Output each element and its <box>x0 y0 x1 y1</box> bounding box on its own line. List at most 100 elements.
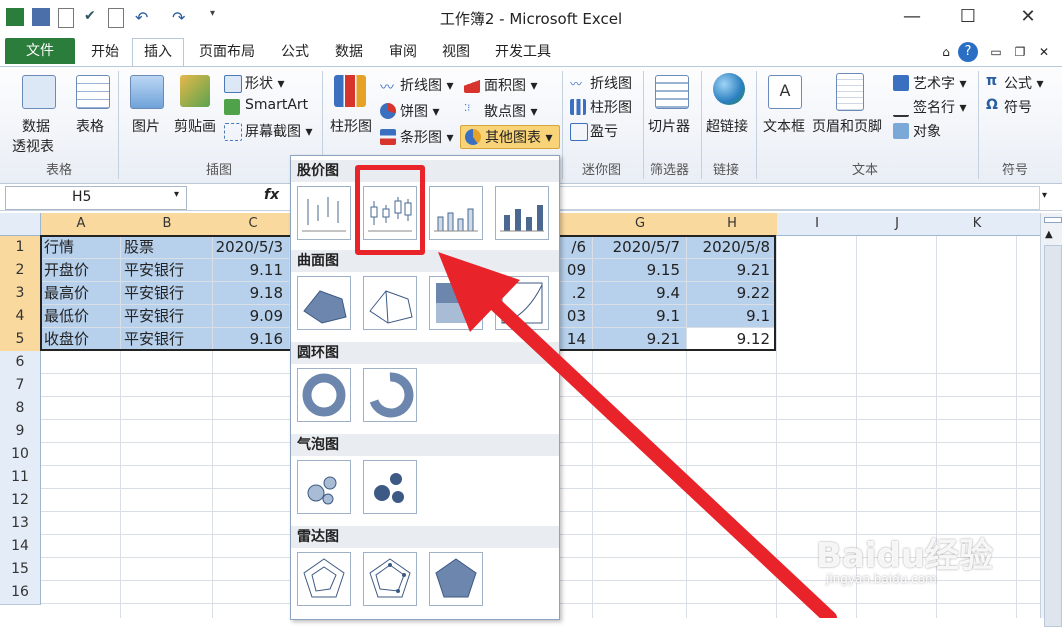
cell-b1[interactable]: 股票 <box>121 236 213 259</box>
expand-formula-icon[interactable]: ▾ <box>1042 190 1047 201</box>
equation-button[interactable]: 公式 ▾ <box>1004 73 1043 93</box>
column-header-k[interactable]: K <box>937 213 1018 236</box>
close-button[interactable]: ✕ <box>1008 6 1048 28</box>
pivot-table-button[interactable]: 数据 <box>22 116 50 136</box>
tab-developer[interactable]: 开发工具 <box>490 40 556 64</box>
fx-icon[interactable]: fx <box>264 187 279 203</box>
minimize-button[interactable]: — <box>892 6 932 28</box>
cell-b4[interactable]: 平安银行 <box>121 305 213 328</box>
stock-vohlc-chart-option[interactable] <box>495 186 549 240</box>
row-header[interactable]: 13 <box>0 512 41 536</box>
sparkline-winloss-button[interactable]: 盈亏 <box>590 121 618 141</box>
tab-formulas[interactable]: 公式 <box>278 40 312 64</box>
ribbon-collapse-icon[interactable]: ⌂ <box>938 40 954 64</box>
tab-insert[interactable]: 插入 <box>132 38 184 67</box>
radar-markers-chart-option[interactable] <box>363 552 417 606</box>
clipart-button[interactable]: 剪贴画 <box>174 116 216 136</box>
select-all-corner[interactable] <box>0 213 41 236</box>
object-button[interactable]: 对象 <box>913 121 941 141</box>
column-header-f[interactable] <box>558 213 595 236</box>
column-header-l[interactable] <box>1017 213 1041 236</box>
column-header-i[interactable]: I <box>777 213 858 236</box>
cell-a2[interactable]: 开盘价 <box>41 259 121 282</box>
row-header[interactable]: 1 <box>0 236 41 260</box>
doc-minimize-icon[interactable]: ▭ <box>988 40 1004 64</box>
row-header[interactable]: 11 <box>0 466 41 490</box>
other-charts-button[interactable]: 其他图表 ▾ <box>460 125 560 149</box>
help-icon[interactable]: ? <box>958 42 978 62</box>
row-header[interactable]: 3 <box>0 282 41 306</box>
split-box[interactable] <box>1044 217 1062 223</box>
column-header-c[interactable]: C <box>213 213 294 236</box>
column-header-j[interactable]: J <box>857 213 938 236</box>
table-button[interactable]: 表格 <box>76 116 104 136</box>
cell-a1[interactable]: 行情 <box>41 236 121 259</box>
scatter-chart-button[interactable]: 散点图 ▾ <box>484 101 537 121</box>
symbol-button[interactable]: 符号 <box>1004 97 1032 117</box>
column-chart-button[interactable]: 柱形图 <box>330 116 372 136</box>
row-header[interactable]: 5 <box>0 328 41 352</box>
row-header[interactable]: 6 <box>0 351 41 375</box>
screenshot-button[interactable]: 屏幕截图 ▾ <box>245 121 312 141</box>
exploded-doughnut-chart-option[interactable] <box>363 368 417 422</box>
doughnut-chart-option[interactable] <box>297 368 351 422</box>
wordart-button[interactable]: 艺术字 ▾ <box>913 73 966 93</box>
row-header[interactable]: 7 <box>0 374 41 398</box>
stock-hlc-chart-option[interactable] <box>297 186 351 240</box>
area-chart-button[interactable]: 面积图 ▾ <box>484 75 537 95</box>
row-header[interactable]: 15 <box>0 558 41 582</box>
picture-button[interactable]: 图片 <box>132 116 160 136</box>
row-header[interactable]: 8 <box>0 397 41 421</box>
signature-button[interactable]: 签名行 ▾ <box>913 97 966 117</box>
row-header[interactable]: 2 <box>0 259 41 283</box>
sparkline-column-button[interactable]: 柱形图 <box>590 97 632 117</box>
row-header[interactable]: 12 <box>0 489 41 513</box>
line-chart-button[interactable]: 折线图 ▾ <box>400 75 453 95</box>
stock-vhlc-chart-option[interactable] <box>429 186 483 240</box>
row-header[interactable]: 9 <box>0 420 41 444</box>
cell-c5[interactable]: 9.16 <box>213 328 290 351</box>
column-header-h[interactable]: H <box>687 213 778 236</box>
row-header[interactable]: 16 <box>0 581 41 605</box>
tab-home[interactable]: 开始 <box>88 40 122 64</box>
vertical-scrollbar[interactable]: ▲ <box>1040 213 1062 627</box>
tab-file[interactable]: 文件 <box>5 38 75 64</box>
scroll-thumb[interactable] <box>1044 245 1062 627</box>
cell-c2[interactable]: 9.11 <box>213 259 290 282</box>
scroll-up-icon[interactable]: ▲ <box>1045 229 1053 240</box>
bubble-chart-option[interactable] <box>297 460 351 514</box>
header-footer-button[interactable]: 页眉和页脚 <box>812 116 882 136</box>
shapes-button[interactable]: 形状 ▾ <box>245 73 284 93</box>
cell-a4[interactable]: 最低价 <box>41 305 121 328</box>
radar-chart-option[interactable] <box>297 552 351 606</box>
doc-restore-icon[interactable]: ❐ <box>1012 40 1028 64</box>
smartart-button[interactable]: SmartArt <box>245 97 308 113</box>
maximize-button[interactable]: ☐ <box>948 6 988 28</box>
textbox-button[interactable]: 文本框 <box>763 116 805 136</box>
column-header-b[interactable]: B <box>121 213 214 236</box>
column-header-a[interactable]: A <box>41 213 122 236</box>
cell-b3[interactable]: 平安银行 <box>121 282 213 305</box>
name-box[interactable]: H5 ▾ <box>5 186 187 210</box>
tab-view[interactable]: 视图 <box>439 40 473 64</box>
tab-review[interactable]: 审阅 <box>386 40 420 64</box>
bubble-3d-chart-option[interactable] <box>363 460 417 514</box>
surface-wireframe-chart-option[interactable] <box>363 276 417 330</box>
bar-chart-button[interactable]: 条形图 ▾ <box>400 127 453 147</box>
cell-c1[interactable]: 2020/5/3 <box>213 236 290 259</box>
cell-b2[interactable]: 平安银行 <box>121 259 213 282</box>
sparkline-line-button[interactable]: 折线图 <box>590 73 632 93</box>
column-header-g[interactable]: G <box>593 213 688 236</box>
pie-chart-button[interactable]: 饼图 ▾ <box>400 101 439 121</box>
slicer-button[interactable]: 切片器 <box>648 116 690 136</box>
row-header[interactable]: 10 <box>0 443 41 467</box>
tab-page-layout[interactable]: 页面布局 <box>195 40 259 64</box>
cell-a3[interactable]: 最高价 <box>41 282 121 305</box>
tab-data[interactable]: 数据 <box>332 40 366 64</box>
row-header[interactable]: 4 <box>0 305 41 329</box>
surface-3d-chart-option[interactable] <box>297 276 351 330</box>
cell-b5[interactable]: 平安银行 <box>121 328 213 351</box>
row-header[interactable]: 14 <box>0 535 41 559</box>
cell-c4[interactable]: 9.09 <box>213 305 290 328</box>
cell-a5[interactable]: 收盘价 <box>41 328 121 351</box>
